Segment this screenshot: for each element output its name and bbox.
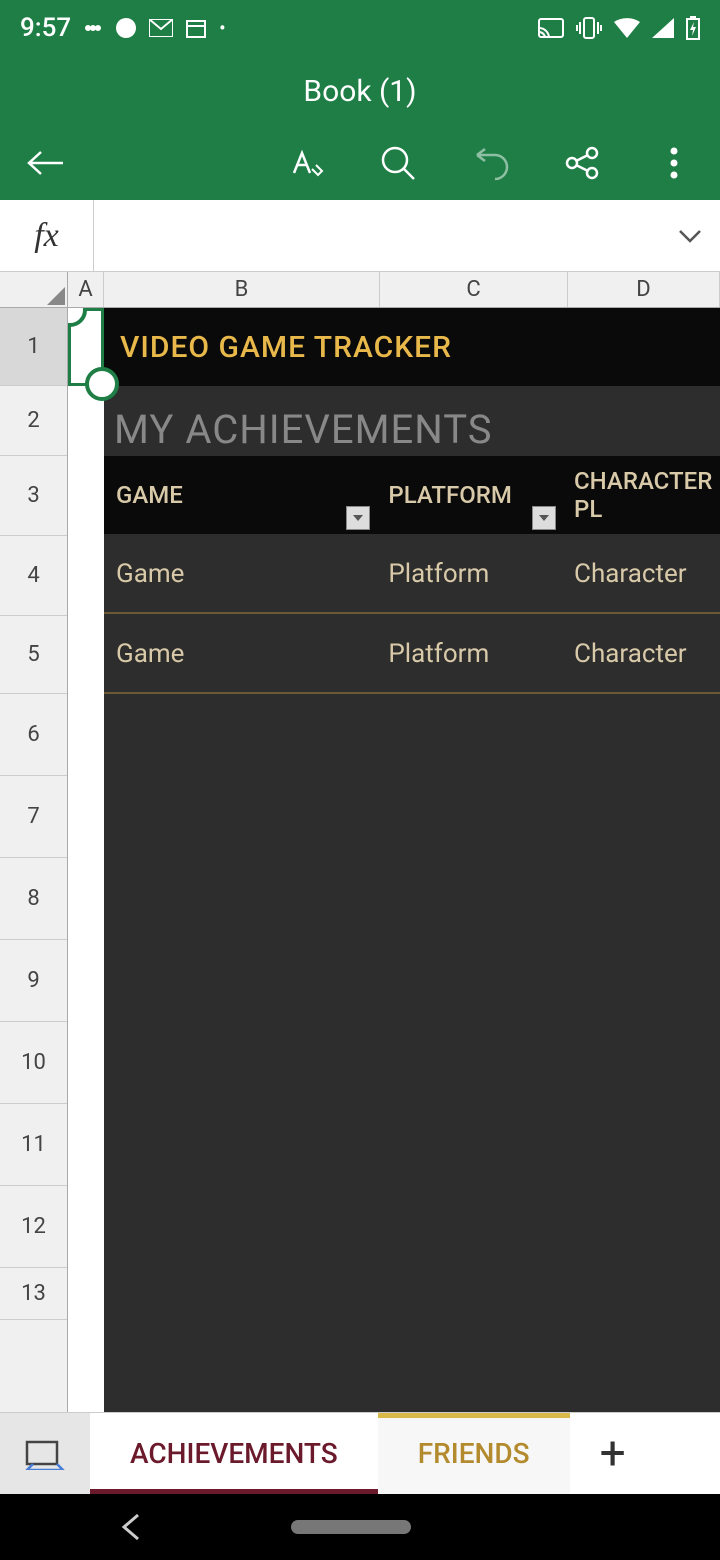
formula-bar: fx bbox=[0, 200, 720, 272]
app-icon-1 bbox=[83, 18, 103, 38]
column-header-D[interactable]: D bbox=[568, 272, 720, 307]
row-header-6[interactable]: 6 bbox=[0, 694, 67, 776]
add-sheet-button[interactable]: + bbox=[570, 1413, 656, 1494]
table-header-platform-label: PLATFORM bbox=[388, 481, 511, 509]
nav-home-pill[interactable] bbox=[291, 1520, 411, 1534]
dot-icon: • bbox=[219, 18, 225, 39]
fx-label: fx bbox=[0, 200, 94, 271]
search-button[interactable] bbox=[376, 141, 420, 185]
circle-icon bbox=[115, 17, 137, 39]
android-nav-bar bbox=[0, 1494, 720, 1560]
row-header-5[interactable]: 5 bbox=[0, 616, 67, 694]
formula-input[interactable] bbox=[94, 200, 660, 271]
table-header-game[interactable]: GAME bbox=[104, 456, 376, 534]
row-header-3[interactable]: 3 bbox=[0, 456, 67, 536]
calendar-icon bbox=[185, 17, 207, 39]
row-header-7[interactable]: 7 bbox=[0, 776, 67, 858]
column-header-A[interactable]: A bbox=[68, 272, 104, 307]
table-header-platform[interactable]: PLATFORM bbox=[376, 456, 562, 534]
row-header-12[interactable]: 12 bbox=[0, 1186, 67, 1268]
undo-button[interactable] bbox=[468, 141, 512, 185]
cell-platform[interactable]: Platform bbox=[376, 639, 562, 669]
section-heading[interactable]: MY ACHIEVEMENTS bbox=[114, 406, 493, 453]
document-heading[interactable]: VIDEO GAME TRACKER bbox=[104, 308, 720, 386]
mail-icon bbox=[149, 19, 173, 37]
nav-back-button[interactable] bbox=[120, 1513, 142, 1541]
row-header-11[interactable]: 11 bbox=[0, 1104, 67, 1186]
cell-game[interactable]: Game bbox=[104, 559, 376, 589]
row-header-10[interactable]: 10 bbox=[0, 1022, 67, 1104]
table-header-character[interactable]: CHARACTER PL bbox=[562, 456, 720, 534]
row-header-4[interactable]: 4 bbox=[0, 536, 67, 616]
app-header: Book (1) bbox=[0, 56, 720, 200]
sheet-tab-achievements[interactable]: ACHIEVEMENTS bbox=[90, 1413, 378, 1494]
more-menu-button[interactable] bbox=[652, 141, 696, 185]
document-title: Book (1) bbox=[0, 56, 720, 126]
sheet-tab-friends[interactable]: FRIENDS bbox=[378, 1413, 570, 1494]
filter-button-platform[interactable] bbox=[532, 506, 556, 530]
table-header-character-label: CHARACTER PL bbox=[574, 467, 720, 523]
row-header-1[interactable]: 1 bbox=[0, 308, 67, 386]
spreadsheet-grid[interactable]: A B C D 1 2 3 4 5 6 7 8 9 10 11 12 13 bbox=[0, 272, 720, 1412]
cell-game[interactable]: Game bbox=[104, 639, 376, 669]
signal-icon bbox=[652, 18, 674, 38]
row-header-13[interactable]: 13 bbox=[0, 1268, 67, 1320]
share-button[interactable] bbox=[560, 141, 604, 185]
filter-button-game[interactable] bbox=[346, 506, 370, 530]
status-bar: 9:57 • bbox=[0, 0, 720, 56]
cell-character[interactable]: Character bbox=[562, 639, 720, 669]
column-header-C[interactable]: C bbox=[380, 272, 568, 307]
sheets-toggle-button[interactable] bbox=[0, 1413, 90, 1494]
cell-character[interactable]: Character bbox=[562, 559, 720, 589]
wifi-icon bbox=[614, 18, 640, 38]
formula-expand-button[interactable] bbox=[660, 200, 720, 271]
table-header-game-label: GAME bbox=[116, 481, 183, 509]
table-row[interactable]: Game Platform Character bbox=[104, 616, 720, 694]
cell-platform[interactable]: Platform bbox=[376, 559, 562, 589]
cast-icon bbox=[538, 18, 564, 38]
vibrate-icon bbox=[576, 16, 602, 40]
battery-charging-icon bbox=[686, 16, 700, 40]
format-button[interactable] bbox=[284, 141, 328, 185]
select-all-corner[interactable] bbox=[0, 272, 68, 307]
row-header-2[interactable]: 2 bbox=[0, 386, 67, 456]
row-header-8[interactable]: 8 bbox=[0, 858, 67, 940]
back-button[interactable] bbox=[24, 141, 68, 185]
table-row[interactable]: Game Platform Character bbox=[104, 536, 720, 614]
row-header-9[interactable]: 9 bbox=[0, 940, 67, 1022]
status-time: 9:57 bbox=[20, 13, 71, 43]
sheet-tabs-bar: ACHIEVEMENTS FRIENDS + bbox=[0, 1412, 720, 1494]
column-header-B[interactable]: B bbox=[104, 272, 380, 307]
